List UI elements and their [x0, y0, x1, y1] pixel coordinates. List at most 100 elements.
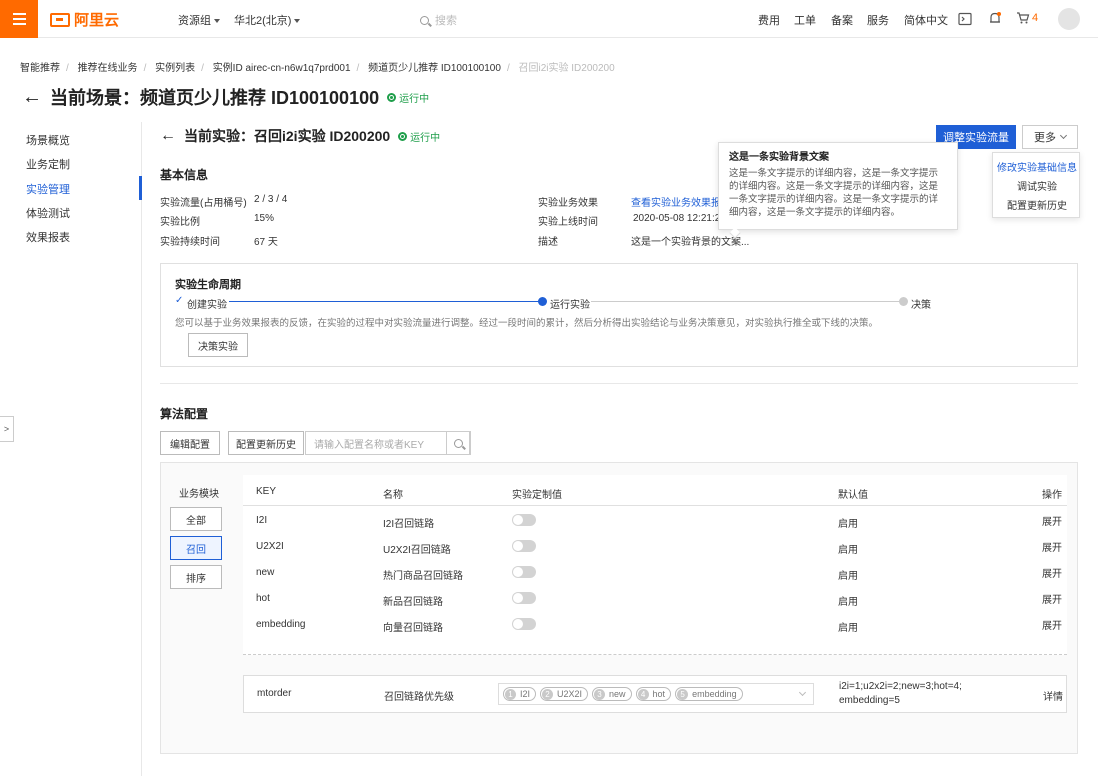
details-link[interactable]: 详情: [1043, 688, 1063, 703]
priority-tag-select[interactable]: 1 I2I 2 U2X2I 3 new 4 hot 5 embedding: [498, 683, 814, 705]
menu-item-config-history[interactable]: 配置更新历史: [993, 197, 1081, 212]
top-bar: 阿里云 资源组 华北2(北京) 搜索 费用 工单 备案 服务 简体中文 4: [0, 0, 1098, 38]
column-header-name: 名称: [383, 490, 403, 501]
nav-link-service[interactable]: 服务: [867, 12, 889, 28]
side-nav: 场景概览 业务定制 实验管理 体验测试 效果报表 >: [0, 122, 142, 776]
table-dashed-divider: [243, 654, 1067, 655]
expand-link[interactable]: 展开: [1042, 617, 1062, 632]
mtorder-default-line1: i2i=1;u2x2i=2;new=3;hot=4;: [839, 681, 962, 692]
priority-tag: 4 hot: [635, 687, 672, 701]
row-key: hot: [256, 593, 270, 604]
mtorder-name: 召回链路优先级: [384, 692, 454, 703]
step-create: 创建实验: [187, 300, 227, 311]
breadcrumb-item[interactable]: 推荐在线业务: [78, 63, 138, 74]
config-search-input[interactable]: 请输入配置名称或者KEY: [305, 431, 471, 455]
row-default: 启用: [838, 545, 858, 556]
breadcrumb-item[interactable]: 频道页少儿推荐 ID100100100: [368, 63, 501, 74]
sidebar-item-overview[interactable]: 场景概览: [26, 132, 70, 148]
config-search-button[interactable]: [446, 431, 470, 455]
language-switch[interactable]: 简体中文: [904, 12, 948, 28]
chevron-down-icon: [1059, 131, 1068, 140]
custom-value-toggle[interactable]: [512, 592, 536, 604]
active-nav-indicator: [139, 176, 142, 200]
custom-value-toggle[interactable]: [512, 566, 536, 578]
sidebar-item-reports[interactable]: 效果报表: [26, 229, 70, 245]
experiment-status-text: 运行中: [410, 132, 441, 144]
check-icon: ✓: [175, 295, 184, 306]
duration-label: 实验持续时间: [160, 237, 220, 248]
region-dropdown[interactable]: 华北2(北京): [234, 12, 301, 28]
tag-label: hot: [652, 689, 666, 699]
online-time-value: 2020-05-08 12:21:2: [633, 213, 721, 224]
status-badge: 运行中: [398, 129, 440, 144]
back-arrow-icon[interactable]: ←: [22, 86, 42, 109]
scene-status-text: 运行中: [399, 93, 430, 105]
expand-sidebar-button[interactable]: >: [0, 416, 14, 442]
duration-value: 67 天: [254, 237, 278, 248]
lifecycle-description: 您可以基于业务效果报表的反馈，在实验的过程中对实验流量进行调整。经过一段时间的累…: [175, 318, 879, 329]
tag-order-number: 5: [677, 688, 689, 700]
running-status-icon: [398, 131, 408, 141]
running-status-icon: [387, 92, 397, 102]
more-label: 更多: [1034, 132, 1056, 144]
lifecycle-panel: 实验生命周期 ✓ 创建实验 运行实验 决策 您可以基于业务效果报表的反馈，在实验…: [160, 263, 1078, 367]
module-filter-all[interactable]: 全部: [170, 507, 222, 531]
menu-icon[interactable]: [0, 0, 38, 38]
config-search-placeholder: 请输入配置名称或者KEY: [314, 439, 425, 451]
expand-link[interactable]: 展开: [1042, 565, 1062, 580]
back-arrow-icon[interactable]: ←: [160, 127, 176, 145]
global-search[interactable]: 搜索: [420, 12, 457, 28]
sidebar-item-customize[interactable]: 业务定制: [26, 156, 70, 172]
experiment-title: ← 当前实验：召回i2i实验 ID200200 运行中: [160, 126, 440, 146]
menu-item-debug[interactable]: 调试实验: [993, 178, 1081, 193]
expand-link[interactable]: 展开: [1042, 539, 1062, 554]
module-filter-rank[interactable]: 排序: [170, 565, 222, 589]
nav-link-fees[interactable]: 费用: [758, 12, 780, 28]
algo-config-title: 算法配置: [160, 407, 209, 421]
aliyun-logo[interactable]: 阿里云: [50, 9, 119, 30]
mtorder-default-line2: embedding=5: [839, 695, 900, 706]
breadcrumb-item[interactable]: 智能推荐: [20, 63, 60, 74]
resource-group-dropdown[interactable]: 资源组: [178, 12, 220, 28]
expand-link[interactable]: 展开: [1042, 513, 1062, 528]
config-history-button[interactable]: 配置更新历史: [228, 431, 304, 455]
menu-item-edit-basic-info[interactable]: 修改实验基础信息: [993, 159, 1081, 174]
custom-value-toggle[interactable]: [512, 514, 536, 526]
column-header-custom-value: 实验定制值: [512, 490, 562, 501]
cart-button[interactable]: 4: [1016, 11, 1038, 25]
scene-title: 当前场景：频道页少儿推荐 ID100100100: [50, 88, 380, 108]
expand-link[interactable]: 展开: [1042, 591, 1062, 606]
online-time-label: 实验上线时间: [538, 217, 598, 228]
caret-down-icon: [214, 19, 220, 24]
custom-value-toggle[interactable]: [512, 540, 536, 552]
priority-tag: 5 embedding: [675, 687, 743, 701]
more-button[interactable]: 更多: [1022, 125, 1078, 149]
decide-experiment-button[interactable]: 决策实验: [188, 333, 248, 357]
terminal-icon[interactable]: [958, 12, 972, 26]
nav-link-tickets[interactable]: 工单: [794, 12, 816, 28]
module-filter-recall[interactable]: 召回: [170, 536, 222, 560]
effect-report-link[interactable]: 查看实验业务效果报表: [631, 194, 731, 209]
custom-value-toggle[interactable]: [512, 618, 536, 630]
caret-down-icon: [294, 19, 301, 24]
tag-order-number: 1: [505, 688, 516, 700]
ratio-value: 15%: [254, 213, 275, 224]
brand-name: 阿里云: [74, 12, 120, 29]
tag-order-number: 2: [542, 688, 554, 700]
breadcrumb-item[interactable]: 实例ID airec-cn-n6w1q7prd001: [213, 63, 351, 74]
sidebar-item-experiments[interactable]: 实验管理: [26, 181, 70, 197]
progress-line-done: [229, 301, 539, 302]
mtorder-row: mtorder 召回链路优先级 1 I2I 2 U2X2I 3 new 4 hot 5e…: [243, 675, 1067, 713]
breadcrumb-item[interactable]: 实例列表: [155, 63, 195, 74]
sidebar-item-testing[interactable]: 体验测试: [26, 205, 70, 221]
edit-config-button[interactable]: 编辑配置: [160, 431, 220, 455]
search-icon: [453, 438, 463, 448]
column-header-default: 默认值: [838, 490, 868, 501]
experiment-name: 当前实验：召回i2i实验 ID200200: [184, 128, 391, 144]
bell-icon[interactable]: [988, 11, 1002, 26]
avatar[interactable]: [1058, 8, 1080, 30]
nav-link-filing[interactable]: 备案: [831, 12, 853, 28]
page-title: ← 当前场景：频道页少儿推荐 ID100100100 运行中: [22, 84, 429, 110]
search-icon: [420, 15, 429, 25]
tag-label: U2X2I: [557, 689, 583, 699]
